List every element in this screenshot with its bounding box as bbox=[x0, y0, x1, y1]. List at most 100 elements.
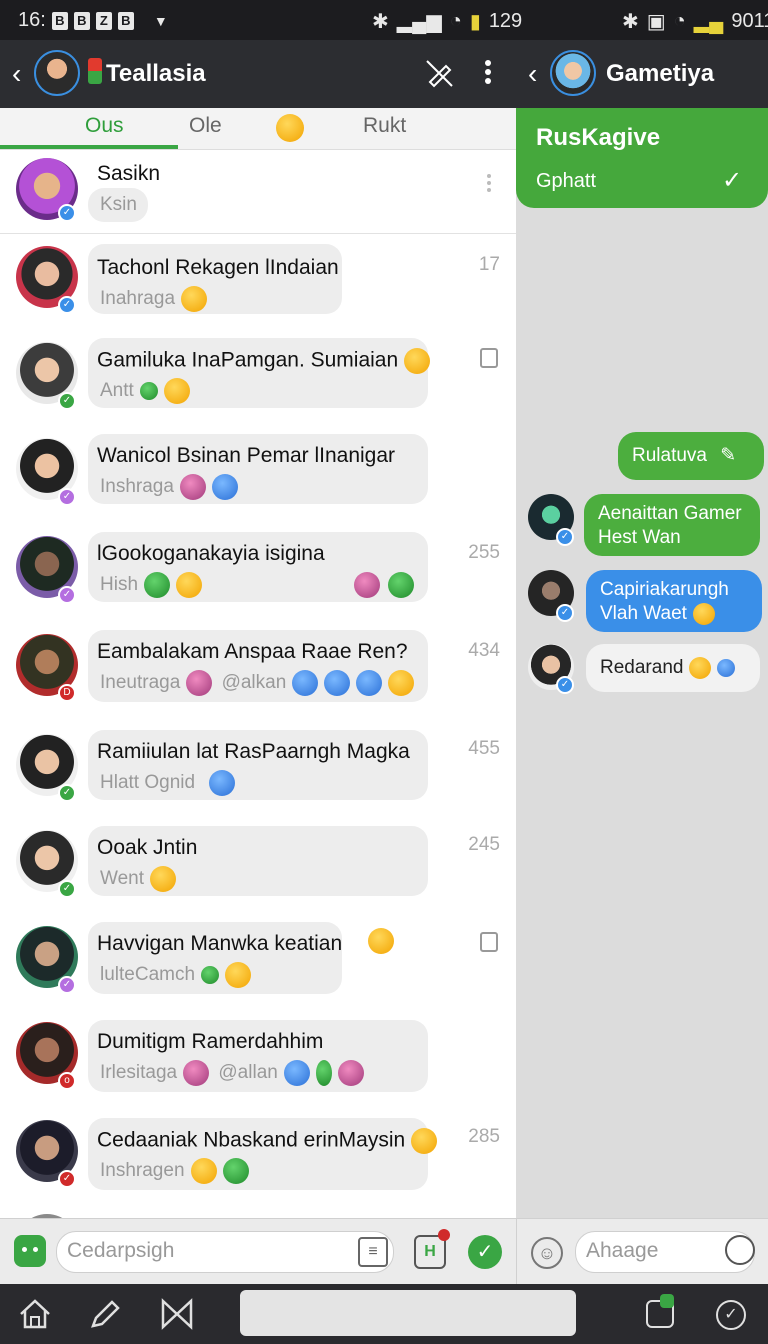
message-input[interactable]: Cedarpsigh bbox=[56, 1231, 394, 1273]
tab-ous[interactable]: Ous bbox=[85, 114, 124, 138]
battery-icon: ▮ bbox=[469, 11, 481, 33]
more-menu-icon[interactable] bbox=[486, 172, 492, 195]
chat-title: Gametiya bbox=[606, 60, 715, 87]
send-button[interactable]: ✓ bbox=[468, 1235, 502, 1269]
bluetooth-icon: ✱ bbox=[622, 11, 639, 33]
sticker-icon bbox=[211, 474, 238, 500]
clock-icon[interactable]: ✓ bbox=[716, 1300, 746, 1330]
cup-icon bbox=[356, 670, 383, 696]
tab-rukt[interactable]: Rukt bbox=[363, 114, 406, 138]
right-composer: ☺ Ahaage bbox=[516, 1218, 768, 1284]
avatar[interactable] bbox=[550, 50, 596, 96]
list-item[interactable]: ✓ Ramiiulan lat RasPaarngh Magka Hlatt O… bbox=[0, 728, 516, 818]
pen-icon[interactable] bbox=[88, 1298, 122, 1330]
tab-ole[interactable]: Ole bbox=[189, 114, 222, 138]
pin-icon[interactable] bbox=[480, 348, 498, 368]
format-icon[interactable]: ≡ bbox=[358, 1237, 388, 1267]
chat-name: Tachonl Rekagen lIndaian bbox=[97, 256, 339, 279]
group-card[interactable]: RusKagive Gphatt ✓ bbox=[516, 108, 768, 208]
wifi-icon: ◔ bbox=[449, 10, 462, 32]
sticker-icon bbox=[144, 572, 171, 598]
wink-emoji-icon bbox=[176, 572, 203, 598]
bowtie-icon[interactable] bbox=[160, 1298, 194, 1330]
unread-count: 434 bbox=[468, 640, 500, 661]
chat-name: Ramiiulan lat RasPaarngh Magka bbox=[97, 740, 410, 763]
group-title: RusKagive bbox=[536, 124, 661, 151]
heart-icon bbox=[139, 382, 158, 400]
verified-badge-icon: ✓ bbox=[556, 528, 574, 546]
bottom-nav: ✓ bbox=[0, 1284, 768, 1344]
sticker-icon bbox=[209, 770, 236, 796]
left-header: ‹ Teallasia bbox=[0, 40, 516, 108]
list-item[interactable]: ✓ Sasikn Ksin bbox=[0, 150, 516, 234]
verified-badge-icon: ✓ bbox=[58, 204, 76, 222]
message-bubble[interactable]: Capiriakarungh Vlah Waet bbox=[586, 570, 762, 632]
status-badge-icon: ✓ bbox=[58, 392, 76, 410]
chat-name: lGookoganakayia isigina bbox=[97, 542, 325, 565]
wink-emoji-icon bbox=[388, 670, 415, 696]
chat-preview: Antt bbox=[100, 378, 190, 404]
unread-count: 17 bbox=[478, 254, 500, 275]
chat-preview: Inahraga bbox=[100, 286, 208, 312]
wink-emoji-icon bbox=[225, 962, 252, 988]
pencil-icon: ✎ bbox=[720, 445, 737, 466]
chat-name: Ooak Jntin bbox=[97, 836, 198, 859]
dropdown-icon: ▼ bbox=[153, 12, 168, 29]
chat-name: Gamiluka InaPamgan. Sumiaian bbox=[97, 348, 431, 374]
tab-bar: Ous Ole Rukt bbox=[0, 108, 516, 150]
sticker-icon bbox=[337, 1060, 364, 1086]
bot-icon[interactable] bbox=[14, 1235, 46, 1267]
list-item[interactable]: D Eambalakam Anspaa Raae Ren? Ineutraga … bbox=[0, 628, 516, 720]
lock-icon: ▣ bbox=[646, 11, 666, 33]
unread-count: 255 bbox=[468, 542, 500, 563]
more-menu-icon[interactable] bbox=[480, 58, 496, 88]
list-item[interactable]: ✓ Wanicol Bsinan Pemar lInanigar Inshrag… bbox=[0, 432, 516, 522]
message-bubble[interactable]: Aenaittan Gamer Hest Wan bbox=[584, 494, 760, 556]
emoji-icon[interactable]: ☺ bbox=[531, 1237, 563, 1269]
sticker-icon bbox=[190, 1158, 217, 1184]
chat-name: Havvigan Manwka keatian bbox=[97, 932, 343, 955]
list-item[interactable]: ✓ Havvigan Manwka keatian lulteCamch bbox=[0, 920, 516, 1012]
list-item[interactable]: ✓ Cedaaniak Nbaskand erinMaysin Inshrage… bbox=[0, 1116, 516, 1208]
message-bubble[interactable]: Rulatuva ✎ bbox=[618, 432, 764, 480]
list-item[interactable]: ✓ Ooak Jntin Went 245 bbox=[0, 824, 516, 914]
status-badge-icon: ✓ bbox=[58, 784, 76, 802]
list-item[interactable]: ✓ Tachonl Rekagen lIndaian Inahraga 17 bbox=[0, 240, 516, 330]
edit-off-icon[interactable] bbox=[424, 58, 454, 88]
thumbs-up-icon bbox=[292, 670, 319, 696]
wink-emoji-icon bbox=[150, 866, 177, 892]
sticker-icon bbox=[368, 928, 394, 954]
home-icon[interactable] bbox=[18, 1298, 52, 1330]
hand-icon bbox=[388, 572, 414, 598]
right-header: ‹ Gametiya bbox=[516, 40, 768, 108]
notification-dot bbox=[438, 1229, 450, 1241]
back-arrow-icon[interactable]: ‹ bbox=[12, 60, 21, 88]
chat-title: Teallasia bbox=[106, 60, 206, 87]
status-bar: 16: B B Z B ▼ ✱ ▂▄▆ ◔ ▮ 129 ✱ ▣ ◔ ▂▄ 901… bbox=[0, 0, 768, 40]
back-arrow-icon[interactable]: ‹ bbox=[528, 60, 537, 88]
gesture-bar[interactable] bbox=[240, 1290, 576, 1336]
list-item[interactable]: ✓ lGookoganakayia isigina Hish 255 bbox=[0, 530, 516, 620]
thumbs-up-icon bbox=[324, 670, 351, 696]
search-icon[interactable] bbox=[725, 1235, 755, 1265]
list-item[interactable]: ✓ Gamiluka InaPamgan. Sumiaian Antt bbox=[0, 336, 516, 426]
unread-count: 285 bbox=[468, 1126, 500, 1147]
status-badge-icon: o bbox=[58, 1072, 76, 1090]
list-item[interactable]: o Dumitigm Ramerdahhim Irlesitaga @allan bbox=[0, 1018, 516, 1110]
unread-count: 245 bbox=[468, 834, 500, 855]
chat-preview: Hlatt Ognid bbox=[100, 770, 236, 796]
status-badge-icon: ✓ bbox=[58, 976, 76, 994]
wink-emoji-icon[interactable] bbox=[276, 114, 304, 142]
bluetooth-icon: ✱ bbox=[372, 11, 389, 33]
notification-icon: B bbox=[73, 11, 90, 30]
avatar[interactable] bbox=[34, 50, 80, 96]
message-bubble[interactable]: Redarand bbox=[586, 644, 760, 692]
wink-emoji-icon bbox=[411, 1128, 438, 1154]
sticker-icon bbox=[354, 572, 380, 598]
chat-name: Sasikn bbox=[97, 162, 161, 185]
verified-badge-icon: ✓ bbox=[556, 676, 574, 694]
chat-list[interactable]: ✓ Sasikn Ksin ✓ Tachonl Rekagen lIndaian… bbox=[0, 150, 516, 1218]
pin-icon[interactable] bbox=[480, 932, 498, 952]
thumbs-up-icon bbox=[717, 658, 736, 677]
signal-icon: ▂▄ bbox=[693, 11, 724, 33]
